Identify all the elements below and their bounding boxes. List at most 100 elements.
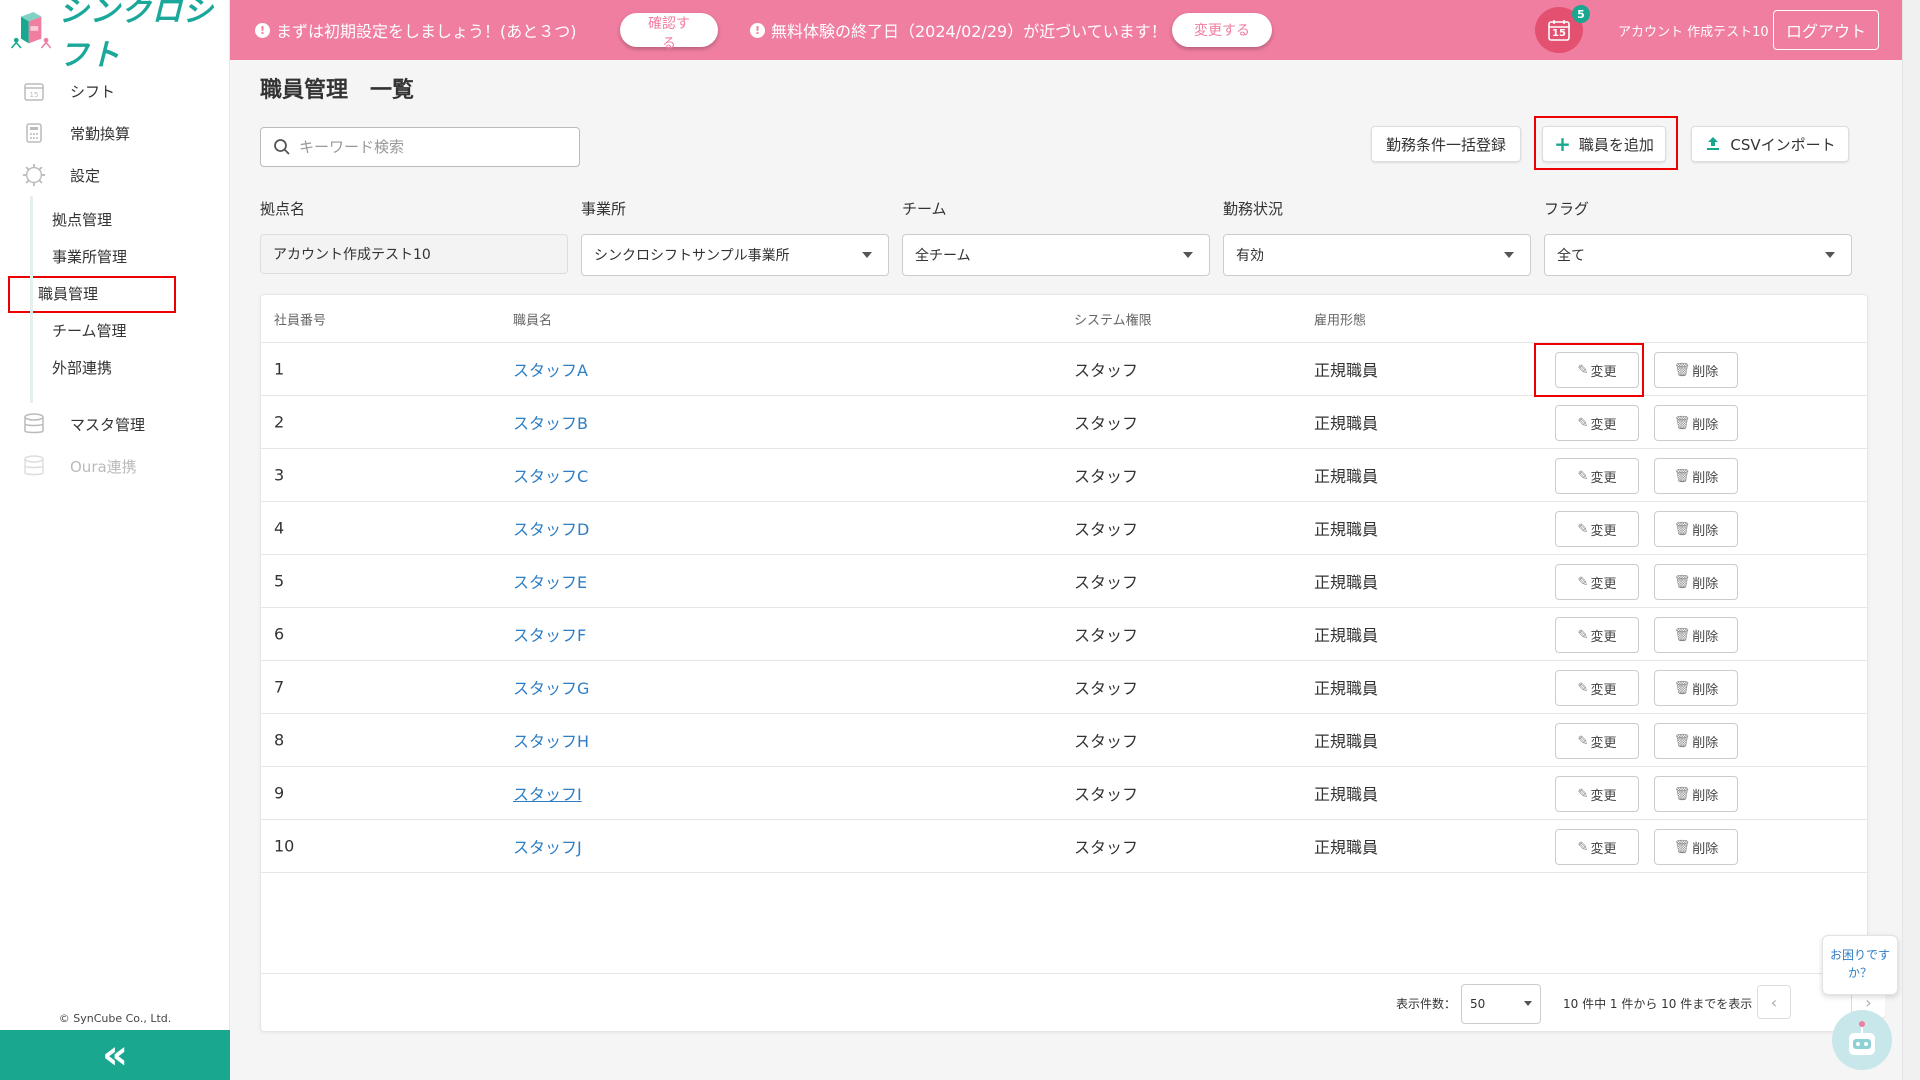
edit-button[interactable]: ✎ 変更 [1555, 670, 1639, 706]
staff-name-link[interactable]: スタッフD [513, 516, 589, 540]
edit-button[interactable]: ✎ 変更 [1555, 617, 1639, 653]
logo-icon [10, 11, 51, 49]
edit-button[interactable]: ✎ 変更 [1555, 723, 1639, 759]
trash-icon: 🗑 [1673, 680, 1691, 696]
staff-table: 社員番号 職員名 システム権限 雇用形態 1 スタッフA スタッフ 正規職員 ✎ 変更 🗑 削… [260, 294, 1885, 1032]
staff-name-link[interactable]: スタッフF [513, 622, 586, 646]
calculator-icon [22, 121, 46, 145]
trash-icon: 🗑 [1673, 415, 1691, 431]
pencil-icon: ✎ [1577, 468, 1589, 484]
trash-icon: 🗑 [1673, 574, 1691, 590]
sidebar-subitem-base[interactable]: 拠点管理 [0, 202, 229, 239]
system-role: スタッフ [1074, 732, 1139, 751]
help-text: お困りですか？ [1829, 948, 1890, 980]
copyright: © SynCube Co., Ltd. [58, 1012, 172, 1025]
delete-button[interactable]: 🗑 削除 [1654, 352, 1738, 388]
staff-name-link[interactable]: スタッフG [513, 675, 589, 699]
database-icon [22, 454, 46, 478]
staff-name-link[interactable]: スタッフB [513, 410, 588, 434]
edit-button[interactable]: ✎ 変更 [1555, 405, 1639, 441]
header-system-role: システム権限 [1074, 313, 1152, 328]
staff-name-link[interactable]: スタッフJ [513, 834, 582, 858]
system-role: スタッフ [1074, 679, 1139, 698]
sidebar-item-master[interactable]: マスタ管理 [0, 403, 229, 445]
upload-icon [1707, 137, 1720, 150]
change-plan-button[interactable]: 変更する [1172, 13, 1272, 47]
sidebar-collapse-button[interactable]: « [0, 1030, 230, 1080]
staff-name-link[interactable]: スタッフA [513, 357, 588, 381]
account-name: アカウント 作成テスト10 [1618, 25, 1769, 40]
employment-type: 正規職員 [1314, 679, 1379, 698]
search-input[interactable] [299, 138, 559, 156]
notification-count-badge: 5 [1572, 5, 1590, 23]
sidebar-item-shift[interactable]: 15 シフト [0, 70, 229, 112]
office-select[interactable]: シンクロシフトサンプル事業所 [581, 234, 889, 276]
delete-button[interactable]: 🗑 削除 [1654, 458, 1738, 494]
sidebar-item-label: Oura連携 [70, 457, 137, 476]
delete-button[interactable]: 🗑 削除 [1654, 776, 1738, 812]
help-bot-button[interactable] [1832, 1010, 1892, 1070]
top-bar: ! まずは初期設定をしましょう！(あと３つ) 確認する ! 無料体験の終了日（2… [230, 0, 1902, 60]
team-select[interactable]: 全チーム [902, 234, 1210, 276]
sidebar-subitem-office[interactable]: 事業所管理 [0, 239, 229, 276]
pagination: 表示件数： 50 10 件中 1 件から 10 件までを表示 ‹ › [261, 973, 1885, 1031]
employment-type: 正規職員 [1314, 361, 1379, 380]
staff-name-link[interactable]: スタッフH [513, 728, 589, 752]
app-logo[interactable]: シンクロシフト [0, 0, 229, 73]
sidebar-item-settings[interactable]: 設定 [0, 154, 229, 196]
edit-button[interactable]: ✎ 変更 [1555, 458, 1639, 494]
base-name-field: アカウント作成テスト10 [260, 234, 568, 274]
trial-notice-text: 無料体験の終了日（2024/02/29）が近づいています！ [771, 22, 1167, 41]
sidebar-item-oura[interactable]: Oura連携 [0, 445, 229, 487]
staff-number: 2 [274, 412, 285, 432]
edit-button[interactable]: ✎ 変更 [1555, 776, 1639, 812]
edit-label: 変更 [1590, 735, 1617, 751]
chevron-right-icon: › [1865, 992, 1872, 1012]
flag-select[interactable]: 全て [1544, 234, 1852, 276]
staff-number: 4 [274, 518, 285, 538]
staff-name-link[interactable]: スタッフC [513, 463, 588, 487]
employment-type: 正規職員 [1314, 785, 1379, 804]
system-role: スタッフ [1074, 361, 1139, 380]
per-page-select[interactable]: 50 [1461, 984, 1541, 1024]
staff-name-link[interactable]: スタッフI [513, 781, 582, 805]
edit-button[interactable]: ✎ 変更 [1555, 511, 1639, 547]
delete-button[interactable]: 🗑 削除 [1654, 829, 1738, 865]
confirm-button[interactable]: 確認する [620, 13, 718, 52]
sidebar-item-fte[interactable]: 常勤換算 [0, 112, 229, 154]
staff-number: 1 [274, 359, 285, 379]
sidebar-subitem-team[interactable]: チーム管理 [0, 313, 229, 350]
pencil-icon: ✎ [1577, 786, 1589, 802]
bulk-conditions-button[interactable]: 勤務条件一括登録 [1371, 126, 1521, 162]
calendar-icon: 15 [22, 79, 46, 103]
table-row: 5 スタッフE スタッフ 正規職員 ✎ 変更 🗑 削除 [261, 555, 1867, 608]
page-scrollbar[interactable] [1902, 0, 1920, 1080]
csv-import-button[interactable]: CSVインポート [1691, 126, 1849, 162]
trash-icon: 🗑 [1673, 627, 1691, 643]
delete-button[interactable]: 🗑 削除 [1654, 617, 1738, 653]
help-bubble[interactable]: お困りですか？ [1822, 935, 1898, 995]
filter-label-team: チーム [902, 200, 947, 218]
pencil-icon: ✎ [1577, 362, 1589, 378]
staff-name-link[interactable]: スタッフE [513, 569, 587, 593]
delete-button[interactable]: 🗑 削除 [1654, 723, 1738, 759]
edit-button[interactable]: ✎ 変更 [1555, 352, 1639, 388]
delete-button[interactable]: 🗑 削除 [1654, 564, 1738, 600]
edit-button[interactable]: ✎ 変更 [1555, 829, 1639, 865]
pencil-icon: ✎ [1577, 680, 1589, 696]
logout-button[interactable]: ログアウト [1773, 10, 1879, 50]
delete-button[interactable]: 🗑 削除 [1654, 670, 1738, 706]
status-select[interactable]: 有効 [1223, 234, 1531, 276]
setup-notice-text: まずは初期設定をしましょう！(あと３つ) [276, 22, 577, 41]
edit-button[interactable]: ✎ 変更 [1555, 564, 1639, 600]
previous-page-button[interactable]: ‹ [1757, 985, 1791, 1019]
office-select-value: シンクロシフトサンプル事業所 [594, 248, 790, 264]
employment-type: 正規職員 [1314, 573, 1379, 592]
sidebar-subitem-external[interactable]: 外部連携 [0, 350, 229, 387]
sidebar-item-label: 設定 [70, 166, 101, 185]
trash-icon: 🗑 [1673, 362, 1691, 378]
add-staff-button[interactable]: + 職員を追加 [1542, 126, 1666, 162]
delete-button[interactable]: 🗑 削除 [1654, 405, 1738, 441]
sidebar-subitem-staff[interactable]: 職員管理 [8, 276, 176, 313]
delete-button[interactable]: 🗑 削除 [1654, 511, 1738, 547]
